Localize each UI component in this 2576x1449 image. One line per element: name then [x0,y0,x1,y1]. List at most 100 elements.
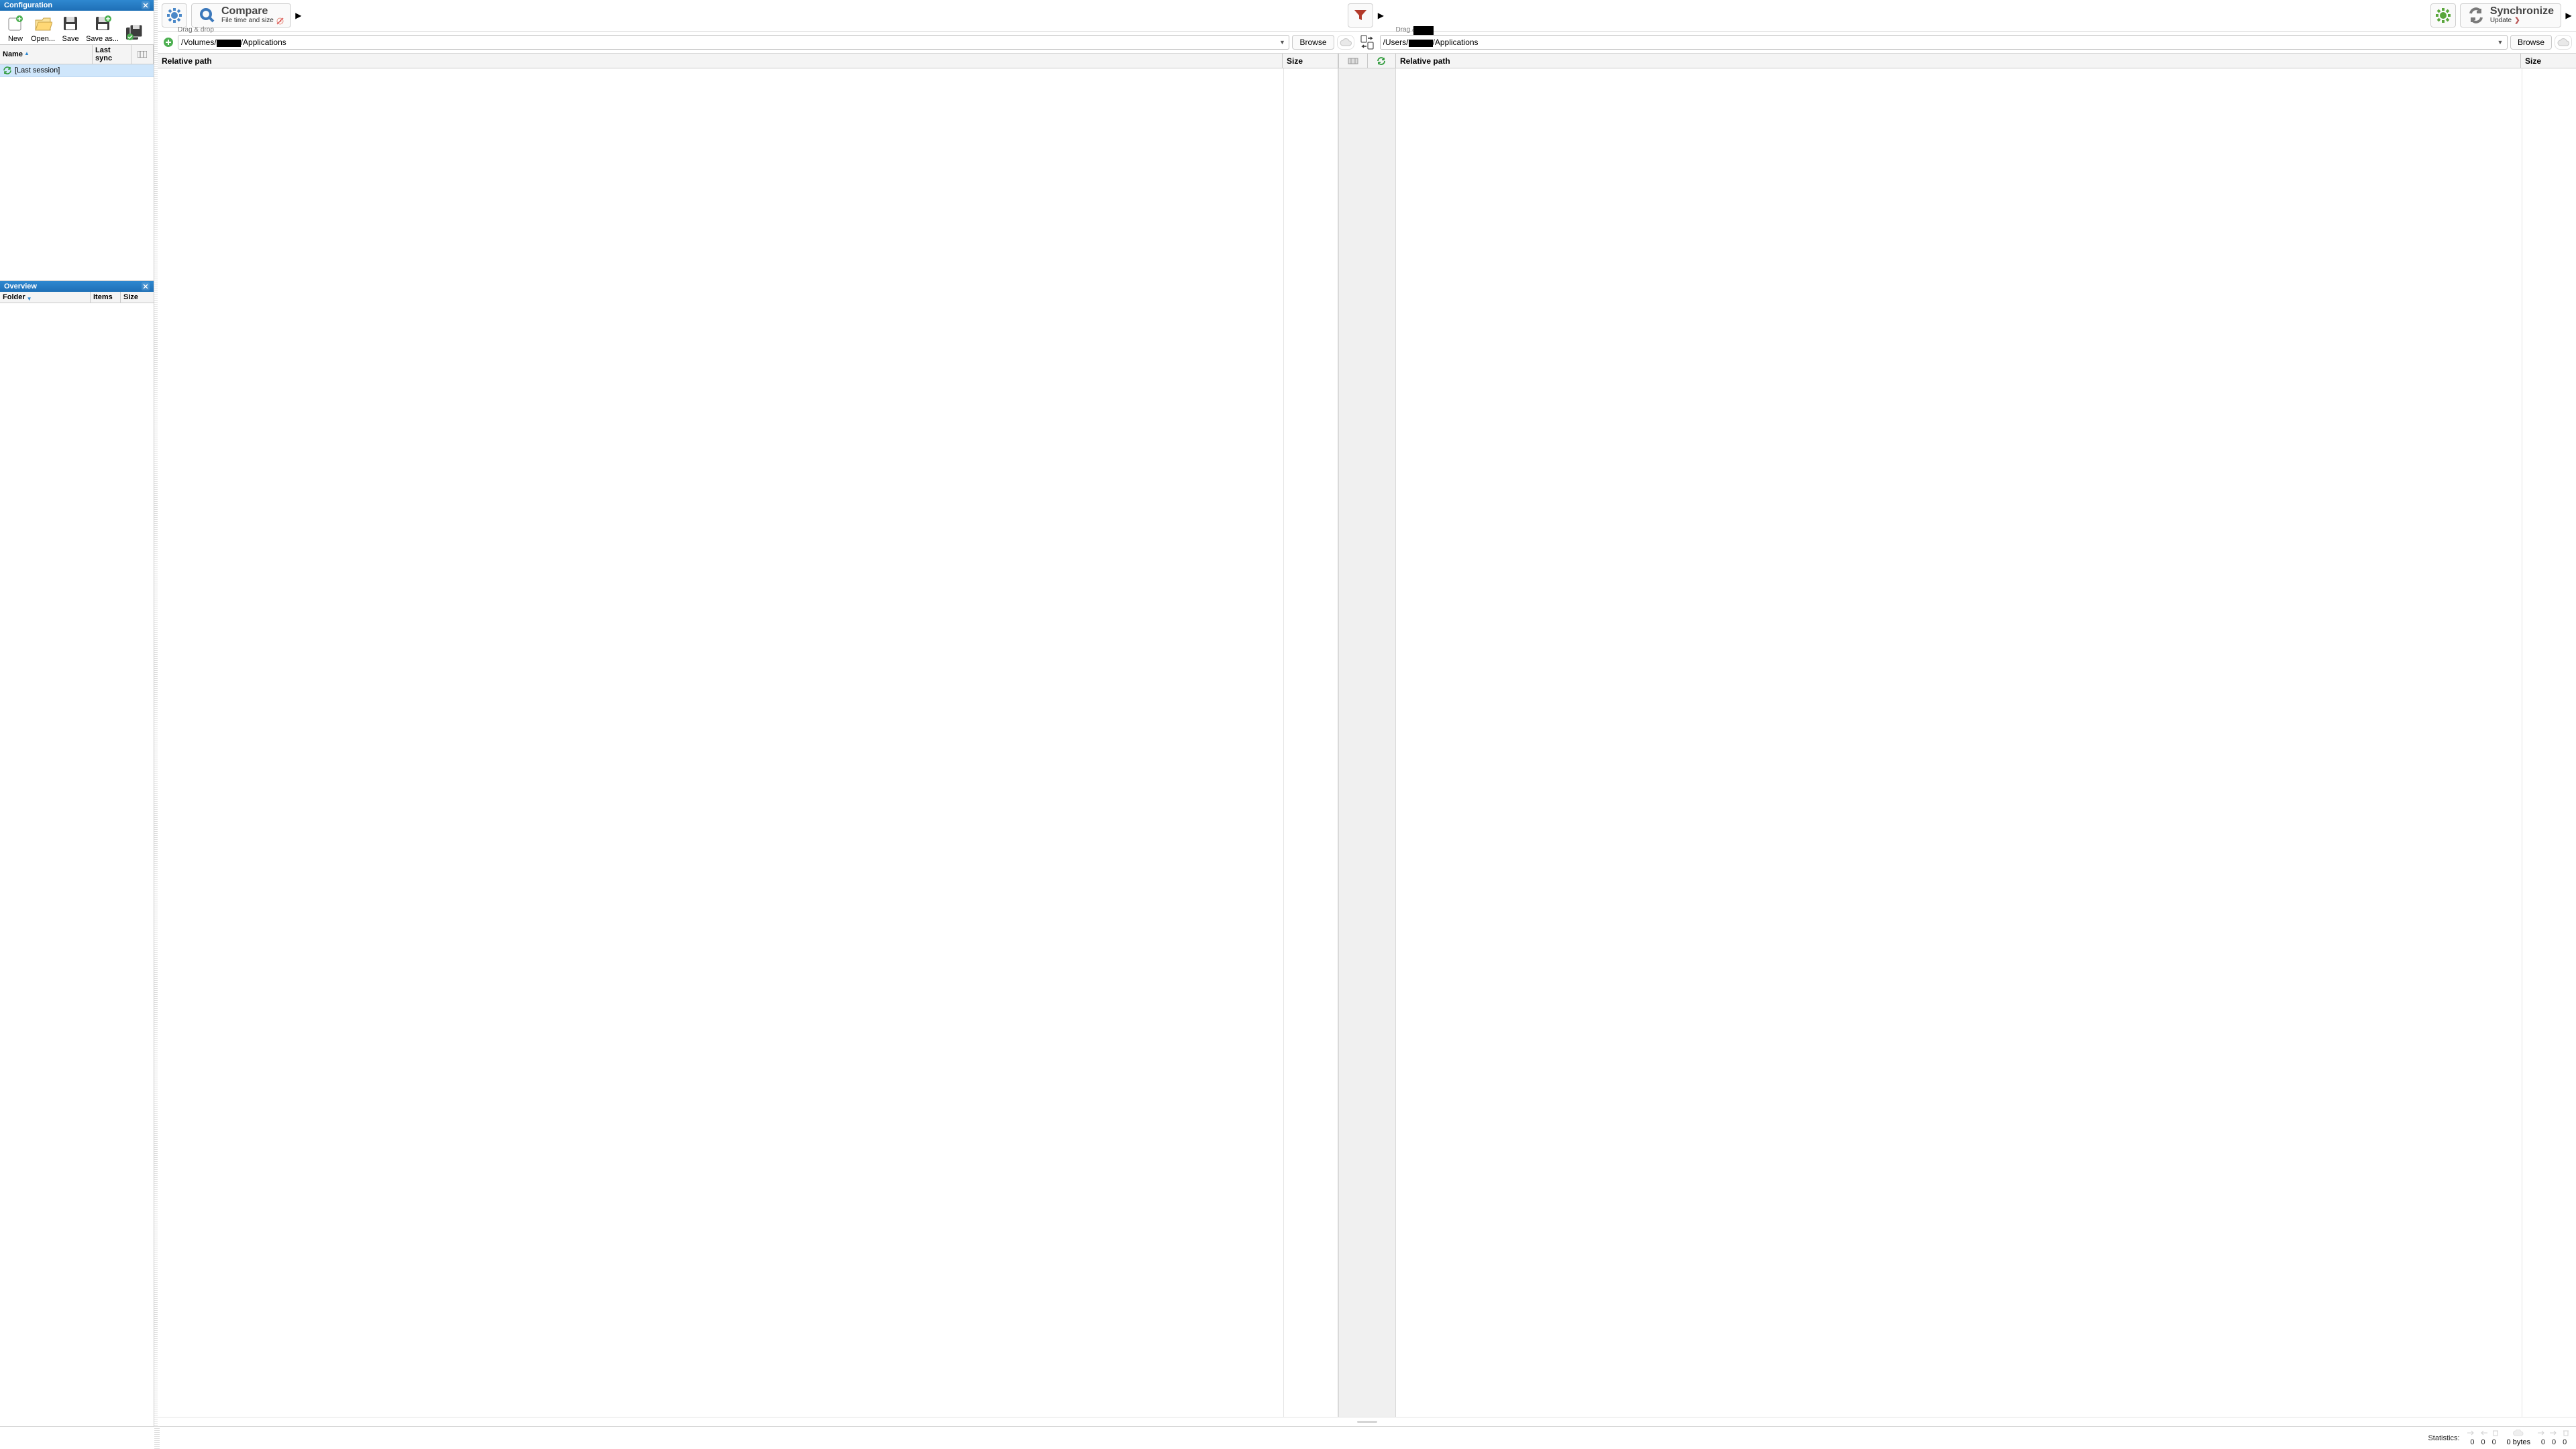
config-col-name-label: Name [3,50,23,58]
synchronize-title: Synchronize [2490,6,2554,17]
save-batch-button[interactable] [123,23,146,43]
gear-blue-icon [166,7,182,23]
compare-settings-button[interactable] [162,3,187,28]
overview-col-size[interactable]: Size [121,292,154,303]
grid-content [158,68,2576,1417]
statistics-label: Statistics: [2428,1434,2459,1442]
right-col-size[interactable]: Size [2521,54,2576,68]
cloud-icon [1340,38,1352,46]
configuration-panel-header: Configuration [0,0,154,11]
statusbar-drag-handle[interactable] [154,1426,160,1449]
synchronize-icon [2467,7,2485,24]
right-grid-pane[interactable] [1396,68,2576,1417]
left-cloud-button[interactable] [1337,35,1354,50]
config-row-last-session[interactable]: [Last session] [0,64,154,77]
save-icon [60,13,80,34]
add-pair-button[interactable] [162,36,175,49]
right-cloud-button[interactable] [2555,35,2572,50]
synchronize-button[interactable]: Synchronize Update ❯ [2460,3,2561,28]
save-label: Save [62,35,79,43]
save-button[interactable]: Save [59,13,82,43]
category-view-button[interactable] [1339,54,1368,68]
right-col-relpath-label: Relative path [1400,56,1450,66]
left-path-redacted [217,40,241,47]
columns-icon [138,51,147,58]
new-button[interactable]: New [4,13,27,43]
config-col-options-button[interactable] [131,45,154,64]
overview-col-items[interactable]: Items [91,292,121,303]
open-icon [33,13,53,34]
left-browse-button[interactable]: Browse [1292,35,1334,50]
filter-button[interactable] [1348,3,1373,28]
stats-right-icon-1 [2537,1430,2546,1436]
filter-menu-arrow[interactable]: ▶ [1377,3,1384,28]
horizontal-splitter[interactable] [158,1417,2576,1426]
right-path-prefix: /Users/ [1383,38,1409,47]
right-path-text: /Users/ /Applications [1383,38,2496,47]
overview-close-icon[interactable] [142,282,150,290]
saveas-button[interactable]: Save as... [86,13,119,43]
left-path-field[interactable]: /Volumes//Applications ▼ [178,35,1289,50]
right-browse-button[interactable]: Browse [2510,35,2552,50]
cloud-icon [2557,38,2569,46]
compare-menu-arrow[interactable]: ▶ [295,3,302,28]
config-col-lastsync-label: Last sync [95,46,128,62]
config-col-lastsync[interactable]: Last sync [93,45,131,64]
right-path-dropdown-icon[interactable]: ▼ [2496,39,2504,46]
config-row-label: [Last session] [15,66,60,74]
overview-panel: Overview Folder ▼ Items Size [0,280,154,1426]
main-area: Compare File time and size ▶ ▶ [158,0,2576,1426]
overview-panel-header: Overview [0,281,154,292]
right-path-suffix: /Applications [1433,38,1479,47]
sync-settings-button[interactable] [2430,3,2456,28]
saveas-icon [93,13,113,34]
right-col-relpath[interactable]: Relative path [1396,54,2521,68]
stats-left-c: 0 [2492,1438,2496,1446]
left-path-dropdown-icon[interactable]: ▼ [1278,39,1286,46]
status-bar: Statistics: 0 0 0 0 bytes 0 0 0 [0,1426,2576,1449]
compare-title: Compare [221,6,284,17]
swap-sides-button[interactable] [1357,32,1377,52]
stats-right-c: 0 [2563,1438,2567,1446]
overview-col-size-label: Size [123,293,138,301]
sort-asc-icon: ▲ [24,50,30,56]
overview-body [0,303,154,1426]
left-col-size[interactable]: Size [1283,54,1338,68]
top-toolbar: Compare File time and size ▶ ▶ [158,0,2576,31]
cloud-small-icon [2512,1430,2524,1436]
new-label: New [8,35,23,43]
synchronize-sub: Update [2490,17,2512,25]
mid-grid-pane[interactable] [1338,68,1396,1417]
right-columns: Relative path Size [1396,54,2576,68]
left-path-text: /Volumes//Applications [181,38,1278,47]
compare-sub: File time and size [221,17,274,25]
sync-green-icon [1377,56,1386,66]
action-view-button[interactable] [1368,54,1396,68]
left-dragdrop-hint: Drag & drop [178,26,214,34]
overview-col-items-label: Items [93,293,113,301]
sort-desc-icon: ▼ [27,296,32,302]
stats-bytes-block: 0 bytes [2507,1430,2530,1446]
configuration-title: Configuration [4,1,52,9]
right-col-size-label: Size [2525,56,2541,66]
compare-button[interactable]: Compare File time and size [191,3,291,28]
config-col-name[interactable]: Name ▲ [0,45,93,64]
open-button[interactable]: Open... [31,13,55,43]
new-icon [5,13,25,34]
sync-menu-arrow[interactable]: ▶ [2565,3,2572,28]
stats-left-b: 0 [2481,1438,2485,1446]
folder-pair-row: Drag & drop /Volumes//Applications ▼ Bro… [158,31,2576,54]
left-grid-pane[interactable] [158,68,1338,1417]
stats-bytes: 0 bytes [2507,1438,2530,1446]
left-path-prefix: /Volumes/ [181,38,217,47]
chevron-right-icon: ❯ [2514,17,2520,25]
right-path-field[interactable]: /Users/ /Applications ▼ [1380,35,2508,50]
configuration-close-icon[interactable] [142,1,150,9]
left-col-relpath[interactable]: Relative path [158,54,1283,68]
swap-icon [1358,34,1376,51]
overview-col-folder[interactable]: Folder ▼ [0,292,91,303]
stats-left-block: 0 0 0 [2467,1430,2500,1446]
sync-icon [3,66,12,75]
clock-disabled-icon [276,17,284,25]
stats-right-icon-2 [2549,1430,2559,1436]
